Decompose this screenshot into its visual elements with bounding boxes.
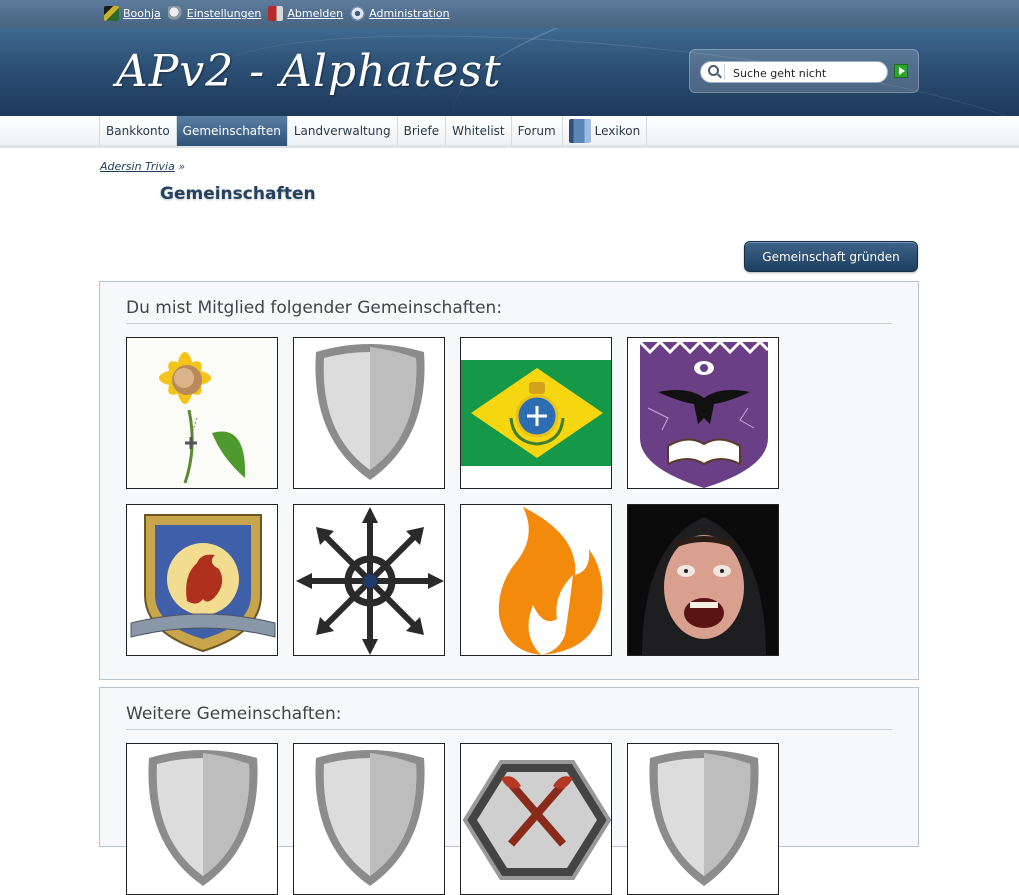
gear-icon [350,6,366,21]
profile-link[interactable]: Boohja [104,6,161,21]
page-title: Gemeinschaften [160,184,316,204]
admin-label: Administration [369,7,450,20]
settings-icon [167,6,183,21]
tab-lexikon-label: Lexikon [594,124,641,138]
more-communities-panel: Weitere Gemeinschaften: [99,687,919,895]
breadcrumb-separator: » [178,160,186,173]
silver-shield-icon [127,744,277,894]
tab-lexikon[interactable]: Lexikon [563,116,648,146]
silver-shield-icon [628,744,778,894]
green-yellow-flag-icon [461,338,611,488]
logout-icon [268,6,284,21]
silver-shield-icon [294,338,444,488]
logout-link[interactable]: Abmelden [268,6,343,21]
chaos-star-icon [294,505,444,655]
site-title[interactable]: APv2 - Alphatest [116,46,502,97]
member-communities-panel: Du mist Mitglied folgender Gemeinschafte… [99,281,919,680]
hexagon-axes-crest-icon [461,744,611,894]
sunflower-emblem-icon [127,338,277,488]
tab-whitelist[interactable]: Whitelist [446,116,512,146]
silver-shield-icon [294,744,444,894]
breadcrumb: Adersin Trivia » [100,160,185,173]
flame-icon [461,505,611,655]
search-input[interactable] [733,65,883,81]
community-tile-flame[interactable] [460,504,612,656]
settings-label: Einstellungen [186,7,262,20]
community-tile-shield[interactable] [293,337,445,489]
admin-link[interactable]: Administration [350,6,450,21]
user-bar: Boohja Einstellungen Abmelden Administra… [0,0,1019,28]
community-tile-face-photo[interactable] [627,504,779,656]
header-banner: APv2 - Alphatest [0,28,1019,116]
community-tile-flag[interactable] [460,337,612,489]
community-tile-shield[interactable] [126,743,278,895]
community-tile-shield[interactable] [627,743,779,895]
community-tile-hexagon-axes[interactable] [460,743,612,895]
book-icon [568,119,591,143]
tab-gemeinschaften[interactable]: Gemeinschaften [176,116,288,146]
username-label: Boohja [123,7,161,20]
settings-link[interactable]: Einstellungen [167,6,262,21]
logout-label: Abmelden [287,7,344,20]
main-nav: Bankkonto Gemeinschaften Landverwaltung … [0,116,1019,148]
tab-bankkonto[interactable]: Bankkonto [100,116,177,146]
tab-briefe[interactable]: Briefe [398,116,447,146]
community-tile-shield[interactable] [293,743,445,895]
tab-forum[interactable]: Forum [512,116,563,146]
community-tile-griffin[interactable] [126,504,278,656]
user-avatar-icon [104,6,119,21]
search-icon [705,64,725,80]
breadcrumb-link[interactable]: Adersin Trivia [100,160,175,173]
tab-landverwaltung[interactable]: Landverwaltung [288,116,398,146]
search-field [700,61,888,83]
community-tile-sunflower[interactable] [126,337,278,489]
search-submit-button[interactable] [894,64,908,78]
section-heading: Weitere Gemeinschaften: [126,704,892,730]
community-tile-chaos-star[interactable] [293,504,445,656]
purple-raven-crest-icon [628,338,778,488]
community-tile-raven[interactable] [627,337,779,489]
section-heading: Du mist Mitglied folgender Gemeinschafte… [126,298,892,324]
create-community-button[interactable]: Gemeinschaft gründen [744,241,918,272]
search-box [689,49,919,93]
face-photo-icon [628,505,778,655]
griffin-crest-icon [127,505,277,655]
